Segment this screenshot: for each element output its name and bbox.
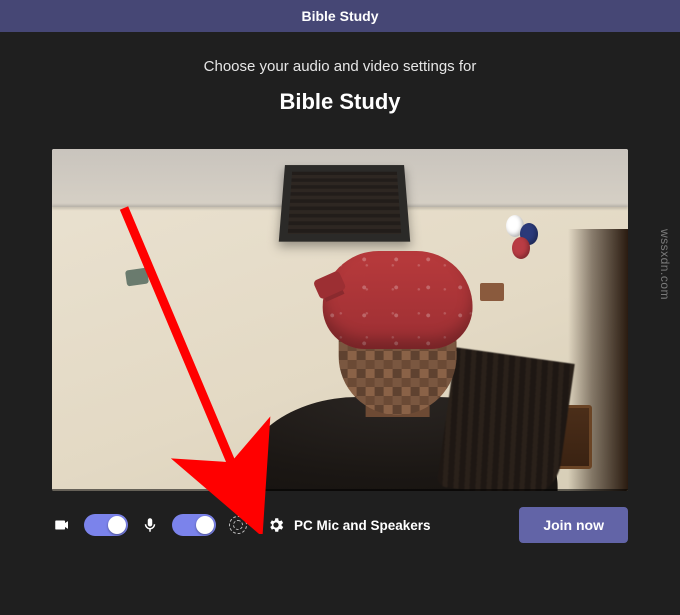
meeting-name: Bible Study [0,89,680,115]
participant-self-view [238,227,558,491]
watermark: wssxdn.com [658,229,672,300]
camera-toggle[interactable] [84,514,128,536]
background-blur-icon[interactable] [228,515,248,535]
join-now-button[interactable]: Join now [519,507,628,543]
prejoin-controls: PC Mic and Speakers Join now [52,507,628,543]
mic-icon [140,515,160,535]
mic-toggle[interactable] [172,514,216,536]
prejoin-heading: Choose your audio and video settings for [0,58,680,75]
gear-icon [266,515,286,535]
window-title: Bible Study [301,8,378,24]
camera-icon [52,515,72,535]
device-settings-button[interactable]: PC Mic and Speakers [266,515,431,535]
camera-preview [52,149,628,491]
window-titlebar: Bible Study [0,0,680,32]
device-label: PC Mic and Speakers [294,518,431,533]
